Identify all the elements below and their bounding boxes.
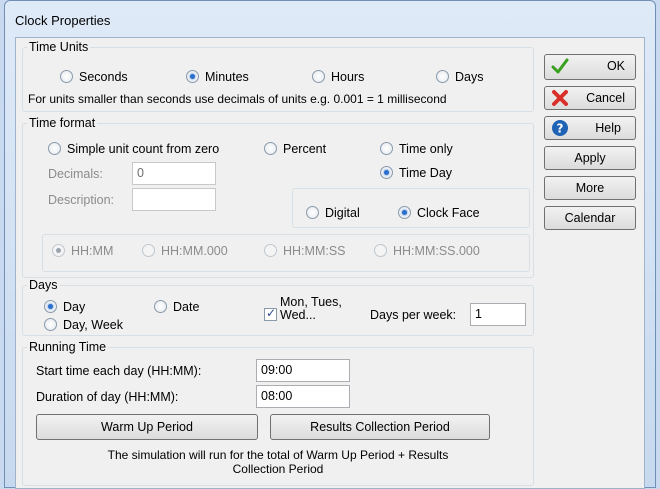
radio-days[interactable]: Days: [436, 70, 483, 84]
calendar-button-label: Calendar: [564, 211, 616, 225]
time-format-legend: Time format: [29, 116, 96, 130]
svg-text:?: ?: [557, 122, 564, 136]
days-per-week-input[interactable]: 1: [470, 303, 526, 326]
radio-percent[interactable]: Percent: [264, 142, 326, 156]
start-time-label: Start time each day (HH:MM):: [36, 364, 202, 378]
warm-up-period-button-label: Warm Up Period: [101, 420, 193, 434]
help-button-label: Help: [595, 121, 621, 135]
radio-circle: [264, 142, 277, 155]
radio-hh-mm[interactable]: HH:MM: [52, 244, 113, 258]
more-button-label: More: [575, 181, 605, 195]
radio-seconds[interactable]: Seconds: [60, 70, 128, 84]
radio-hh-mm-ss[interactable]: HH:MM:SS: [264, 244, 346, 258]
cancel-button-label: Cancel: [586, 91, 625, 105]
radio-date[interactable]: Date: [154, 300, 199, 314]
running-time-note-line-1: The simulation will run for the total of…: [107, 448, 449, 462]
radio-simple-unit-count-label: Simple unit count from zero: [67, 142, 220, 156]
description-label: Description:: [48, 193, 114, 207]
radio-time-only-label: Time only: [399, 142, 453, 156]
radio-clock-face-label: Clock Face: [417, 206, 480, 220]
dialog-client-area: Time Units Seconds Minutes Hours Days Fo…: [15, 37, 645, 489]
radio-day-week[interactable]: Day, Week: [44, 318, 123, 332]
radio-time-only[interactable]: Time only: [380, 142, 453, 156]
help-button[interactable]: ? Help: [544, 116, 636, 140]
check-icon: [551, 58, 569, 74]
description-input[interactable]: [132, 188, 216, 211]
calendar-button[interactable]: Calendar: [544, 206, 636, 230]
radio-hh-mm-ss-000-label: HH:MM:SS.000: [393, 244, 480, 258]
radio-days-label: Days: [455, 70, 484, 84]
running-time-note: The simulation will run for the total of…: [22, 448, 534, 476]
results-collection-period-button[interactable]: Results Collection Period: [270, 414, 490, 440]
radio-circle: [48, 142, 61, 155]
radio-hh-mm-000-label: HH:MM.000: [161, 244, 228, 258]
radio-hh-mm-000[interactable]: HH:MM.000: [142, 244, 228, 258]
results-collection-period-button-label: Results Collection Period: [310, 420, 450, 434]
mon-tues-wed-checkbox[interactable]: [264, 306, 277, 322]
time-units-note: For units smaller than seconds use decim…: [28, 92, 447, 106]
running-time-legend: Running Time: [29, 340, 107, 354]
radio-simple-unit-count[interactable]: Simple unit count from zero: [48, 142, 219, 156]
radio-circle: [374, 244, 387, 257]
cancel-button[interactable]: Cancel: [544, 86, 636, 110]
checkbox-box: [264, 306, 277, 321]
radio-hh-mm-ss-label: HH:MM:SS: [283, 244, 346, 258]
radio-minutes-label: Minutes: [205, 70, 249, 84]
time-units-legend: Time Units: [29, 40, 89, 54]
duration-input[interactable]: 08:00: [256, 385, 350, 408]
radio-hours[interactable]: Hours: [312, 70, 364, 84]
more-button[interactable]: More: [544, 176, 636, 200]
radio-circle: [154, 300, 167, 313]
radio-time-day-label: Time Day: [399, 166, 453, 180]
duration-label: Duration of day (HH:MM):: [36, 390, 179, 404]
radio-minutes[interactable]: Minutes: [186, 70, 249, 84]
radio-circle: [44, 318, 57, 331]
radio-circle: [52, 244, 65, 257]
radio-hh-mm-ss-000[interactable]: HH:MM:SS.000: [374, 244, 480, 258]
ok-button-label: OK: [606, 59, 625, 73]
close-icon: [552, 90, 568, 106]
radio-day-week-label: Day, Week: [63, 318, 123, 332]
radio-circle: [398, 206, 411, 219]
ok-button[interactable]: OK: [544, 54, 636, 80]
decimals-input[interactable]: 0: [132, 162, 216, 185]
radio-digital-label: Digital: [325, 206, 360, 220]
radio-circle: [60, 70, 73, 83]
mon-tues-line-2: Wed...: [280, 308, 316, 322]
radio-day[interactable]: Day: [44, 300, 85, 314]
radio-circle: [186, 70, 199, 83]
radio-circle: [142, 244, 155, 257]
radio-date-label: Date: [173, 300, 200, 314]
radio-circle: [312, 70, 325, 83]
radio-seconds-label: Seconds: [79, 70, 128, 84]
radio-clock-face[interactable]: Clock Face: [398, 206, 480, 220]
radio-percent-label: Percent: [283, 142, 327, 156]
clock-properties-window: Clock Properties Time Units Seconds Minu…: [4, 0, 656, 489]
decimals-label: Decimals:: [48, 167, 103, 181]
apply-button[interactable]: Apply: [544, 146, 636, 170]
days-per-week-label: Days per week:: [370, 308, 457, 322]
warm-up-period-button[interactable]: Warm Up Period: [36, 414, 258, 440]
window-title: Clock Properties: [15, 13, 111, 28]
apply-button-label: Apply: [574, 151, 606, 165]
radio-circle: [306, 206, 319, 219]
radio-hh-mm-label: HH:MM: [71, 244, 114, 258]
radio-circle: [380, 166, 393, 179]
start-time-input[interactable]: 09:00: [256, 359, 350, 382]
help-icon: ?: [552, 120, 568, 136]
days-legend: Days: [29, 278, 58, 292]
radio-circle: [44, 300, 57, 313]
running-time-note-line-2: Collection Period: [232, 462, 324, 476]
radio-day-label: Day: [63, 300, 86, 314]
radio-time-day[interactable]: Time Day: [380, 166, 452, 180]
radio-circle: [264, 244, 277, 257]
mon-tues-wed-label: Mon, Tues, Wed...: [280, 296, 342, 322]
radio-digital[interactable]: Digital: [306, 206, 360, 220]
radio-circle: [380, 142, 393, 155]
radio-hours-label: Hours: [331, 70, 365, 84]
radio-circle: [436, 70, 449, 83]
